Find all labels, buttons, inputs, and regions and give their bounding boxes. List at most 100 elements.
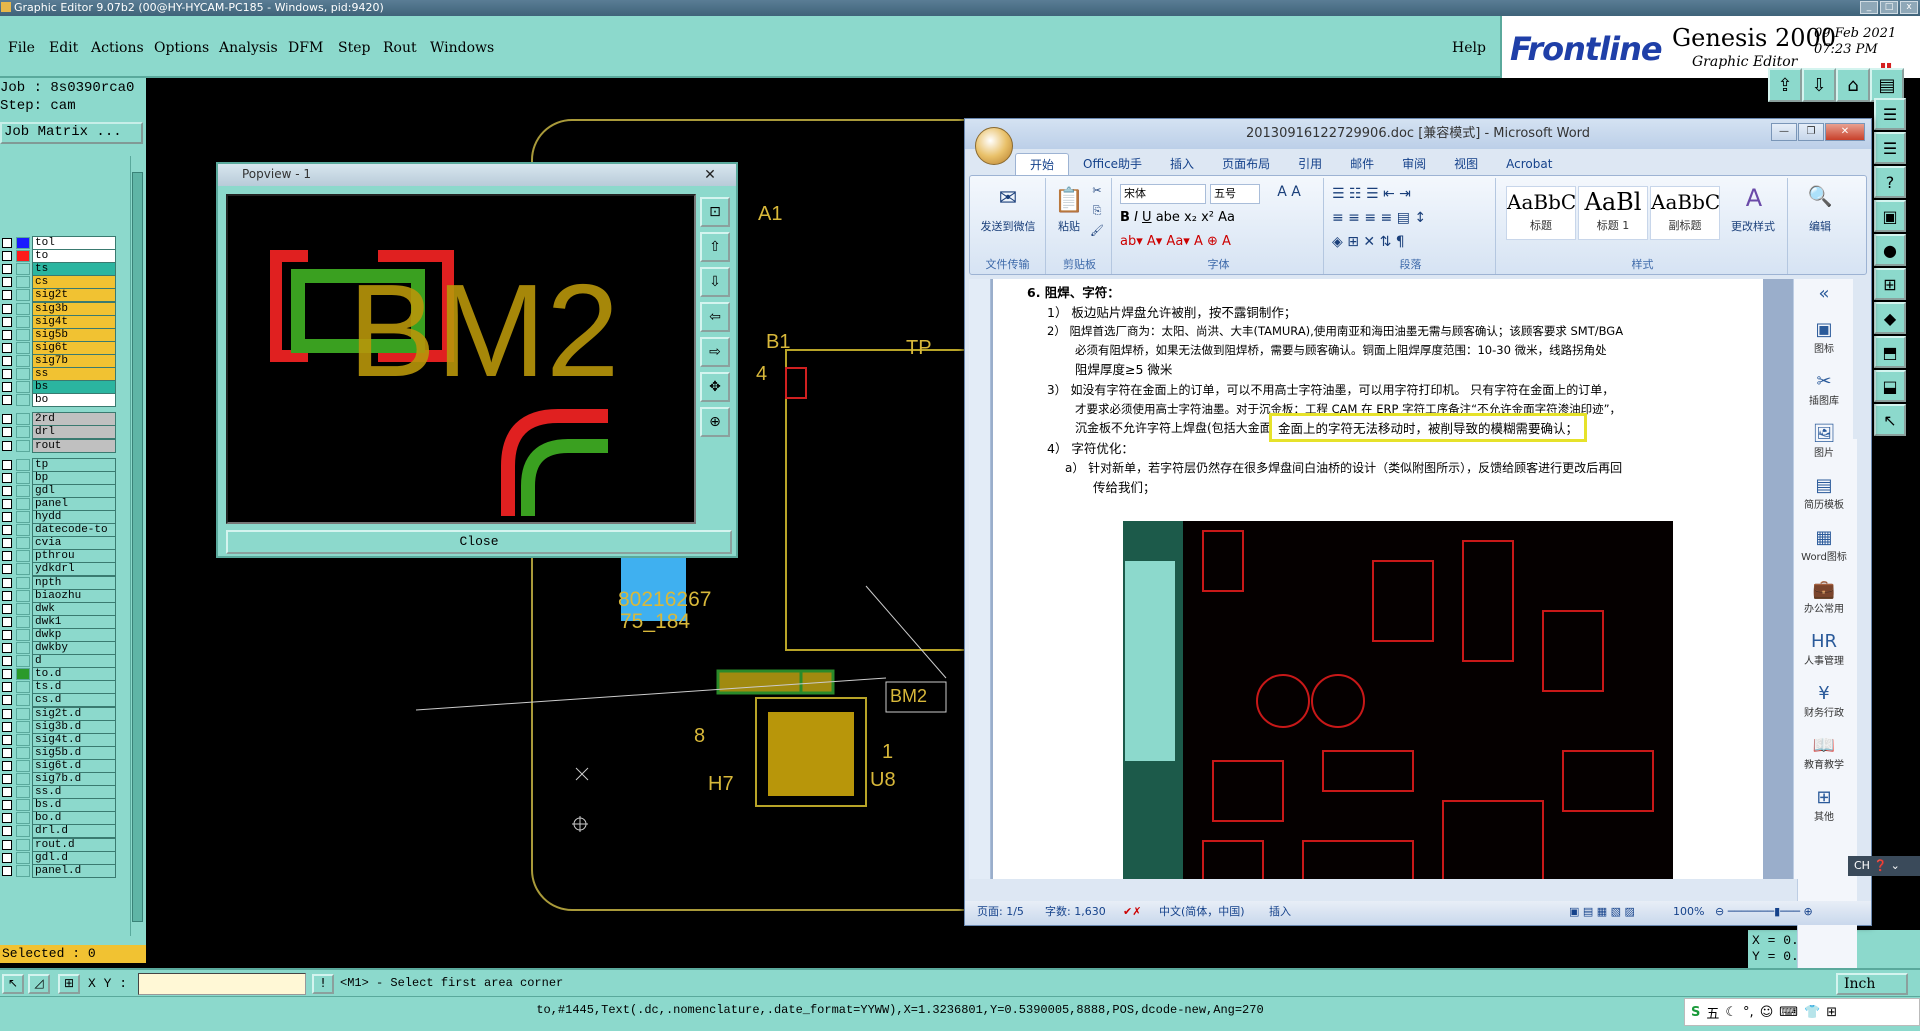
layer-row[interactable]: to.d	[0, 667, 118, 682]
tab-review[interactable]: 审阅	[1388, 153, 1440, 175]
layer-color-swatch[interactable]	[16, 413, 30, 426]
layer-color-swatch[interactable]	[16, 786, 30, 799]
layer-name[interactable]: npth	[32, 575, 116, 590]
copy-icon[interactable]: ⎘	[1088, 204, 1106, 218]
layer-color-swatch[interactable]	[16, 615, 30, 628]
layer-color-swatch[interactable]	[16, 511, 30, 523]
border-shading-icons[interactable]: ◈ ⊞ ✕ ⇅ ¶	[1332, 234, 1492, 250]
layer-name[interactable]: cs.d	[32, 693, 116, 708]
layer-name[interactable]: d	[32, 654, 116, 669]
layer-checkbox[interactable]	[2, 472, 12, 483]
tab-page-layout[interactable]: 页面布局	[1208, 153, 1284, 175]
layer-name[interactable]: gdl.d	[32, 850, 116, 865]
layer-checkbox[interactable]	[2, 800, 12, 811]
layer-name[interactable]: sig3b	[32, 301, 116, 316]
layer-row[interactable]: drl	[0, 425, 118, 440]
layer-name[interactable]: pthrou	[32, 549, 116, 564]
download-icon[interactable]: ⇩	[1802, 68, 1836, 102]
layer-scrollbar[interactable]	[130, 156, 144, 936]
layer-row[interactable]: sig3b	[0, 301, 118, 316]
nav-item-word-icons[interactable]: ▦ Word图标	[1794, 527, 1854, 563]
layer-row[interactable]: cs	[0, 275, 118, 290]
font-name-select[interactable]: 宋体	[1120, 184, 1206, 204]
layer-row[interactable]: to	[0, 249, 118, 264]
nav-item-hr[interactable]: HR 人事管理	[1794, 631, 1854, 667]
measure-tool-icon[interactable]: ◿	[28, 974, 50, 994]
popview-close-icon[interactable]: ✕	[700, 165, 720, 183]
nav-item-finance[interactable]: ¥ 财务行政	[1794, 683, 1854, 719]
layer-checkbox[interactable]	[2, 395, 12, 406]
zoom-left-icon[interactable]: ⇦	[700, 302, 730, 332]
layer-checkbox[interactable]	[2, 682, 12, 693]
layer-checkbox[interactable]	[2, 787, 12, 798]
layer-row[interactable]: rout	[0, 438, 118, 453]
zoom-down-icon[interactable]: ⇩	[700, 267, 730, 297]
tab-acrobat[interactable]: Acrobat	[1492, 153, 1566, 175]
layer-checkbox[interactable]	[2, 747, 12, 758]
layer-row[interactable]: npth	[0, 575, 118, 590]
zoom-home-icon[interactable]: ⊡	[700, 197, 730, 227]
layer-color-swatch[interactable]	[16, 825, 30, 838]
layer-color-swatch[interactable]	[16, 263, 30, 276]
layer-row[interactable]: bs	[0, 380, 118, 395]
layer-color-swatch[interactable]	[16, 694, 30, 707]
layer-name[interactable]: rout	[32, 438, 116, 453]
select-tool-icon[interactable]: ↖	[2, 974, 24, 994]
layer-checkbox[interactable]	[2, 290, 12, 301]
tab-home[interactable]: 开始	[1015, 153, 1070, 175]
pointer-icon[interactable]: ↖	[1874, 404, 1906, 436]
layer-checkbox[interactable]	[2, 708, 12, 719]
change-styles-button[interactable]: 更改样式	[1722, 218, 1784, 234]
layer-checkbox[interactable]	[2, 865, 12, 876]
home-icon[interactable]: ⌂	[1836, 68, 1870, 102]
layer-color-swatch[interactable]	[16, 458, 30, 471]
tab-insert[interactable]: 插入	[1156, 153, 1208, 175]
layer-color-swatch[interactable]	[16, 628, 30, 641]
layer-color-swatch[interactable]	[16, 668, 30, 681]
layer-name[interactable]: ss.d	[32, 785, 116, 800]
change-styles-icon[interactable]: A	[1726, 184, 1782, 212]
layer-checkbox[interactable]	[2, 329, 12, 340]
layer-checkbox[interactable]	[2, 760, 12, 771]
layer-checkbox[interactable]	[2, 251, 12, 262]
layer-color-swatch[interactable]	[16, 589, 30, 602]
emoji-icon[interactable]: ☺	[1760, 1005, 1774, 1020]
layer-color-swatch[interactable]	[16, 524, 30, 537]
layer-row[interactable]: sig7b	[0, 353, 118, 368]
layer-checkbox[interactable]	[2, 538, 12, 549]
align-icons[interactable]: ≡ ≡ ≡ ≡ ▤ ↕	[1332, 210, 1492, 226]
layer-row[interactable]: ss	[0, 367, 118, 381]
layer-row[interactable]: drl.d	[0, 824, 118, 839]
layer-name[interactable]: bo	[32, 393, 116, 408]
proofing-icon[interactable]: ✔✗	[1123, 901, 1141, 923]
layer-row[interactable]: cvia	[0, 536, 118, 551]
layer-name[interactable]: to	[32, 249, 116, 264]
grid-tool-icon[interactable]: ⊞	[58, 974, 80, 994]
layer-checkbox[interactable]	[2, 277, 12, 288]
nav-item-resume[interactable]: ▤ 简历模板	[1794, 475, 1854, 511]
layer-name[interactable]: sig5b.d	[32, 745, 116, 760]
punct-icon[interactable]: °,	[1743, 1005, 1754, 1020]
nav-collapse-icon[interactable]: «	[1794, 283, 1854, 304]
layer-name[interactable]: sig4t	[32, 314, 116, 329]
layer-color-swatch[interactable]	[16, 328, 30, 341]
upload-icon[interactable]: ⇪	[1768, 68, 1802, 102]
layer-name[interactable]: rout.d	[32, 837, 116, 852]
layer-checkbox[interactable]	[2, 577, 12, 588]
layer-row[interactable]: dwkp	[0, 627, 118, 642]
layer-name[interactable]: sig6t	[32, 340, 116, 355]
layer-name[interactable]: bo.d	[32, 811, 116, 826]
layer-name[interactable]: dwk	[32, 601, 116, 616]
send-wechat-button[interactable]: 发送到微信	[972, 218, 1044, 234]
menu-options[interactable]: Options	[154, 40, 209, 56]
layer-name[interactable]: bs.d	[32, 798, 116, 813]
layer-checkbox[interactable]	[2, 590, 12, 601]
layer-checkbox[interactable]	[2, 238, 12, 248]
layer-color-swatch[interactable]	[16, 720, 30, 733]
layer-color-swatch[interactable]	[16, 302, 30, 315]
layer-checkbox[interactable]	[2, 485, 12, 496]
layer-checkbox[interactable]	[2, 603, 12, 614]
grid-icon[interactable]: ⊞	[1826, 1005, 1837, 1020]
layer-row[interactable]: sig5b.d	[0, 745, 118, 760]
layer-color-swatch[interactable]	[16, 537, 30, 550]
